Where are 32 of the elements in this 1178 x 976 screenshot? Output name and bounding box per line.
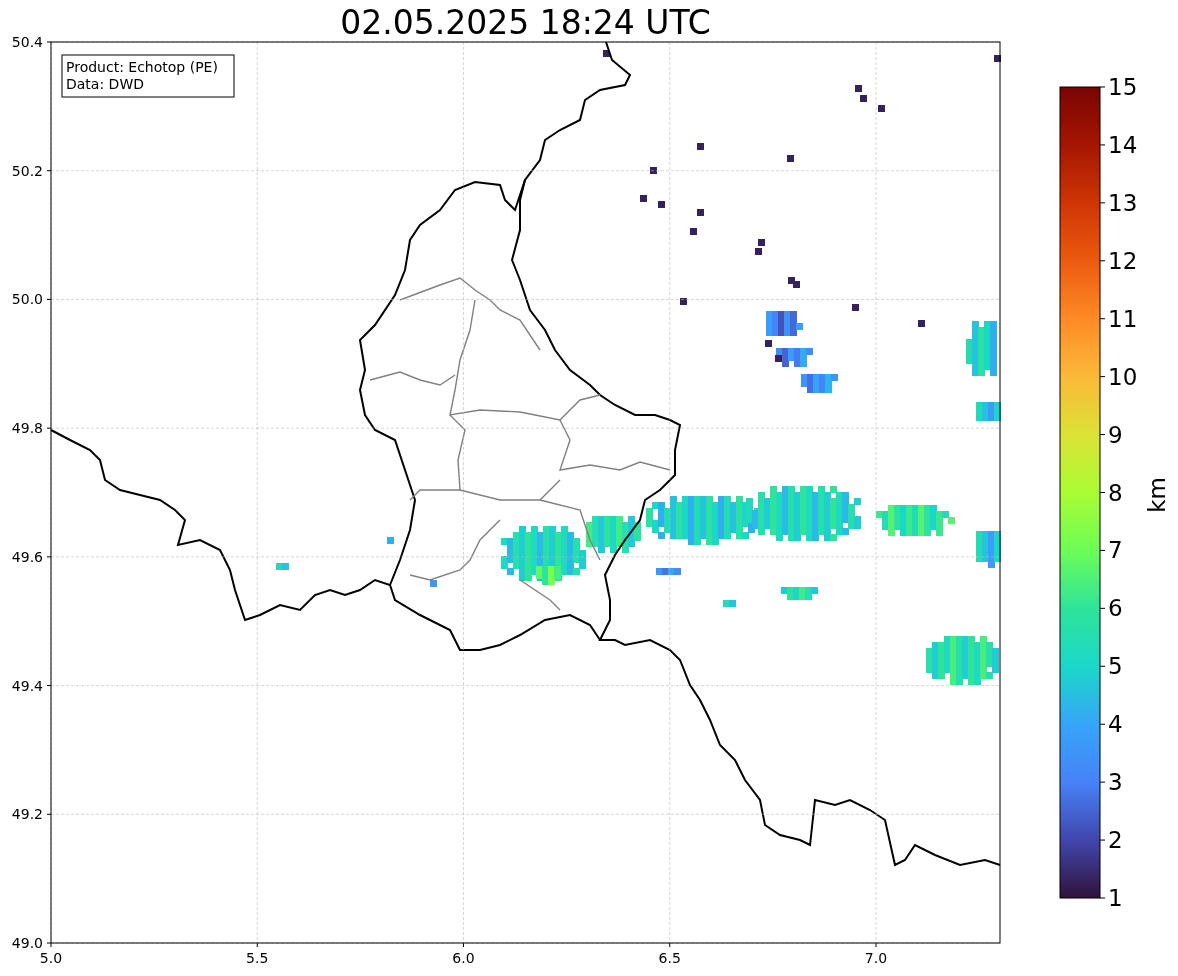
x-tick-label: 6.0	[452, 950, 475, 966]
colorbar-tick-label: 11	[1108, 305, 1138, 332]
y-tick-label: 49.4	[11, 677, 43, 694]
colorbar-tick-label: 4	[1108, 711, 1123, 738]
colorbar-tick-label: 15	[1108, 74, 1138, 100]
y-tick-label: 50.0	[11, 291, 43, 308]
colorbar-tick-label: 5	[1108, 653, 1123, 680]
x-tick-label: 6.5	[658, 950, 681, 966]
colorbar-tick-label: 1	[1108, 885, 1123, 911]
colorbar-tick-label: 13	[1108, 189, 1138, 216]
colorbar-tick-label: 3	[1108, 769, 1123, 796]
y-tick-label: 49.2	[11, 806, 43, 823]
x-tick-label: 7.0	[864, 950, 888, 966]
info-text: Data: DWD	[66, 76, 144, 92]
colorbar-tick-label: 2	[1108, 827, 1123, 854]
info-text: Product: Echotop (PE)	[66, 59, 218, 75]
colorbar-tick-label: 7	[1108, 537, 1123, 564]
y-tick-label: 50.2	[11, 162, 43, 179]
chart-title: 02.05.2025 18:24 UTC	[339, 2, 712, 34]
y-tick-label: 49.6	[11, 548, 43, 565]
y-tick-label: 49.8	[11, 420, 43, 437]
x-tick-label: 5.5	[246, 950, 269, 966]
colorbar-tick-label: 12	[1108, 247, 1138, 274]
colorbar-tick-label: 6	[1108, 595, 1123, 622]
y-tick-label: 50.4	[11, 34, 43, 50]
colorbar-label: km	[1144, 477, 1170, 513]
y-tick-label: 49.0	[11, 935, 43, 951]
colorbar-tick-label: 14	[1108, 131, 1138, 158]
colorbar-tick-label: 8	[1108, 479, 1123, 506]
x-tick-label: 5.0	[39, 950, 63, 966]
colorbar-tick-label: 9	[1108, 421, 1123, 448]
colorbar-tick-label: 10	[1108, 363, 1138, 390]
